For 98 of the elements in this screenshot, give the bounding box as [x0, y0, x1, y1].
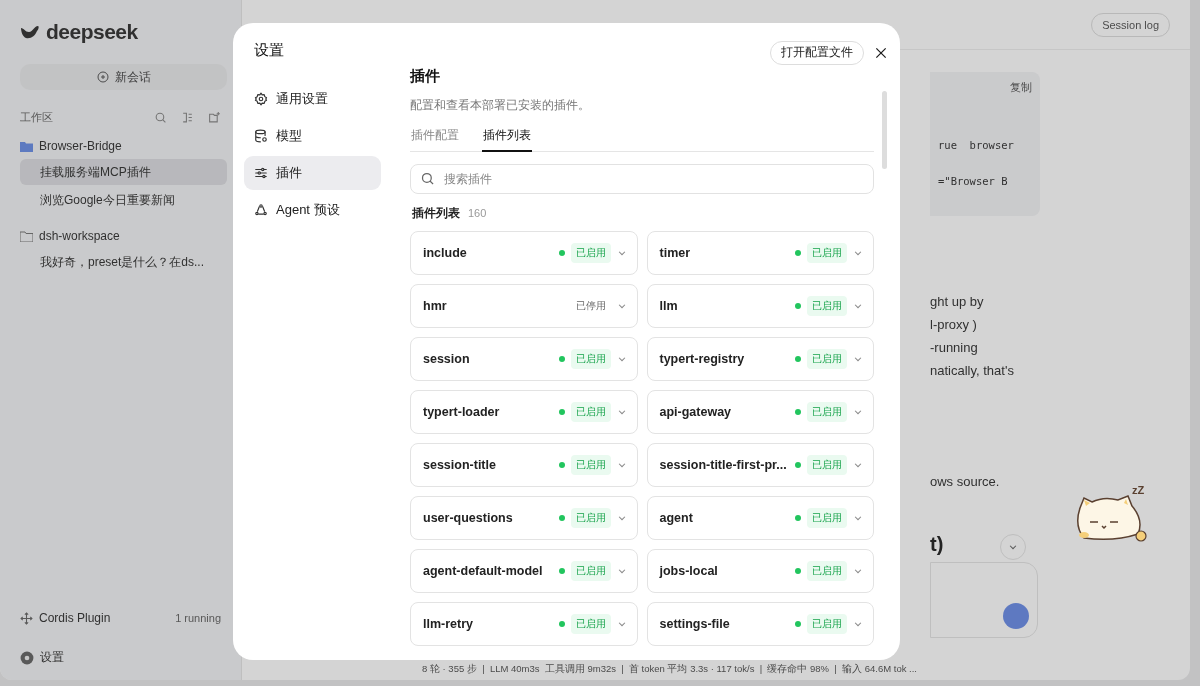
- session-item[interactable]: 挂载服务端MCP插件: [20, 159, 227, 185]
- text-line: natically, that's: [930, 362, 1015, 380]
- folder-icon: [20, 230, 33, 242]
- text-line: l-proxy ): [930, 316, 978, 334]
- close-button[interactable]: [874, 45, 888, 60]
- plugin-name: agent: [659, 510, 694, 525]
- code-line: rue browser: [938, 138, 1014, 151]
- plugin-status: 已启用: [570, 348, 611, 369]
- workspace-label: 工作区: [20, 110, 53, 125]
- nav-item[interactable]: 通用设置: [244, 81, 381, 116]
- search-icon[interactable]: [154, 111, 167, 124]
- move-icon: [20, 611, 33, 625]
- list-title: 插件列表: [412, 205, 460, 221]
- plugin-status: 已启用: [807, 613, 847, 634]
- plugin-label[interactable]: Cordis Plugin: [39, 611, 111, 625]
- workspace-name[interactable]: Browser-Bridge: [39, 139, 122, 153]
- usage-stats-text: 8 轮 · 355 步 | LLM 40m3s 工具调用 9m32s | 首 token 平均 3.3s · 117 tok/s | 缓存命中 98% | 输入 64.6M tok ...: [422, 663, 917, 676]
- plugin-status: 已启用: [570, 560, 611, 581]
- plugin-name: session: [423, 351, 471, 366]
- plugin-status: 已启用: [570, 242, 611, 263]
- nav-item[interactable]: Agent 预设: [244, 192, 381, 227]
- plugin-card[interactable]: session-title 已启用: [410, 442, 638, 487]
- app-logo: deepseek: [46, 20, 138, 44]
- nav-item[interactable]: 模型: [244, 118, 381, 153]
- plugin-status: 已启用: [807, 295, 847, 316]
- plugin-card[interactable]: typert-loader 已启用: [410, 389, 638, 434]
- plugin-name: timer: [659, 245, 692, 260]
- plugin-status: 已启用: [570, 613, 611, 634]
- plugin-card[interactable]: jobs-local 已启用: [646, 548, 874, 593]
- plugin-status: 已启用: [807, 560, 847, 581]
- workspace-name[interactable]: dsh-workspace: [39, 229, 120, 243]
- plugin-status: 已启用: [570, 507, 611, 528]
- plugin-card[interactable]: session 已启用: [410, 336, 638, 381]
- plugin-status: 已启用: [807, 242, 847, 263]
- text-line: ows source.: [930, 473, 1001, 491]
- plugin-card[interactable]: settings-file 已启用: [646, 601, 874, 646]
- folder-icon: [20, 140, 33, 152]
- plugin-card[interactable]: agent 已启用: [646, 495, 874, 540]
- plugin-card[interactable]: llm 已启用: [646, 283, 874, 328]
- sliders-icon: [254, 165, 268, 180]
- plugin-card[interactable]: api-gateway 已启用: [646, 389, 874, 434]
- heading-fragment: t): [930, 533, 944, 556]
- plugin-name: typert-registry: [659, 351, 746, 366]
- plugin-status: 已启用: [807, 507, 847, 528]
- dialog-title: 设置: [253, 40, 285, 60]
- running-count: 1 running: [175, 612, 221, 624]
- plugin-status: 已启用: [570, 454, 611, 475]
- plugin-name: user-questions: [423, 510, 514, 525]
- plugin-name: typert-loader: [423, 404, 501, 419]
- plugin-status: 已启用: [570, 401, 611, 422]
- search-icon: [420, 170, 435, 186]
- chevron-down-icon: [1008, 542, 1018, 552]
- plugin-status: 已启用: [807, 454, 847, 475]
- text-line: -running: [930, 339, 979, 357]
- plugin-card[interactable]: include 已启用: [410, 230, 638, 275]
- tab[interactable]: 插件配置: [410, 126, 460, 152]
- plugin-name: session-title-first-pr...: [659, 457, 788, 472]
- section-description: 配置和查看本部署已安装的插件。: [410, 97, 591, 113]
- close-icon: [874, 45, 888, 60]
- plugin-name: hmr: [423, 298, 448, 313]
- plugin-name: agent-default-model: [423, 563, 544, 578]
- plugin-name: include: [423, 245, 468, 260]
- copy-link[interactable]: 复制: [1010, 80, 1032, 95]
- recycle-icon: [254, 202, 268, 217]
- search-field[interactable]: 搜索插件: [410, 163, 874, 194]
- plugin-card[interactable]: hmr 已停用: [410, 283, 638, 328]
- database-icon: [254, 128, 268, 143]
- session-item[interactable]: 我好奇，preset是什么？在ds...: [20, 249, 227, 275]
- settings-link[interactable]: 设置: [40, 649, 64, 666]
- plugin-name: llm: [659, 298, 679, 313]
- plugin-card[interactable]: llm-retry 已启用: [410, 601, 638, 646]
- plugin-status: 已启用: [807, 401, 847, 422]
- message-composer[interactable]: [930, 562, 1038, 638]
- plus-circle-icon: [96, 71, 109, 83]
- section-heading: 插件: [410, 66, 441, 86]
- nav-item[interactable]: 插件: [244, 155, 381, 190]
- plugin-name: jobs-local: [659, 563, 719, 578]
- new-folder-icon[interactable]: [208, 111, 221, 124]
- plugin-name: llm-retry: [423, 616, 475, 631]
- plugin-card[interactable]: user-questions 已启用: [410, 495, 638, 540]
- open-config-button[interactable]: 打开配置文件: [770, 40, 864, 65]
- plugin-name: session-title: [423, 457, 497, 472]
- new-chat-button[interactable]: 新会话: [20, 64, 227, 90]
- code-line: ="Browser B: [938, 175, 1008, 188]
- scrollbar-thumb[interactable]: [882, 90, 887, 169]
- tab[interactable]: 插件列表: [482, 126, 532, 152]
- plugin-card[interactable]: agent-default-model 已启用: [410, 548, 638, 593]
- plugin-card[interactable]: typert-registry 已启用: [646, 336, 874, 381]
- plugin-name: settings-file: [659, 616, 731, 631]
- send-button[interactable]: [1003, 603, 1029, 629]
- plugin-name: api-gateway: [659, 404, 733, 419]
- plugin-status: 已启用: [807, 348, 847, 369]
- plugin-status: 已停用: [574, 298, 607, 313]
- plugin-card[interactable]: timer 已启用: [646, 230, 874, 275]
- session-item[interactable]: 浏览Google今日重要新闻: [20, 187, 227, 213]
- plugin-card[interactable]: session-title-first-pr... 已启用: [646, 442, 874, 487]
- list-count: 160: [468, 207, 487, 219]
- text-line: ght up by: [930, 293, 985, 311]
